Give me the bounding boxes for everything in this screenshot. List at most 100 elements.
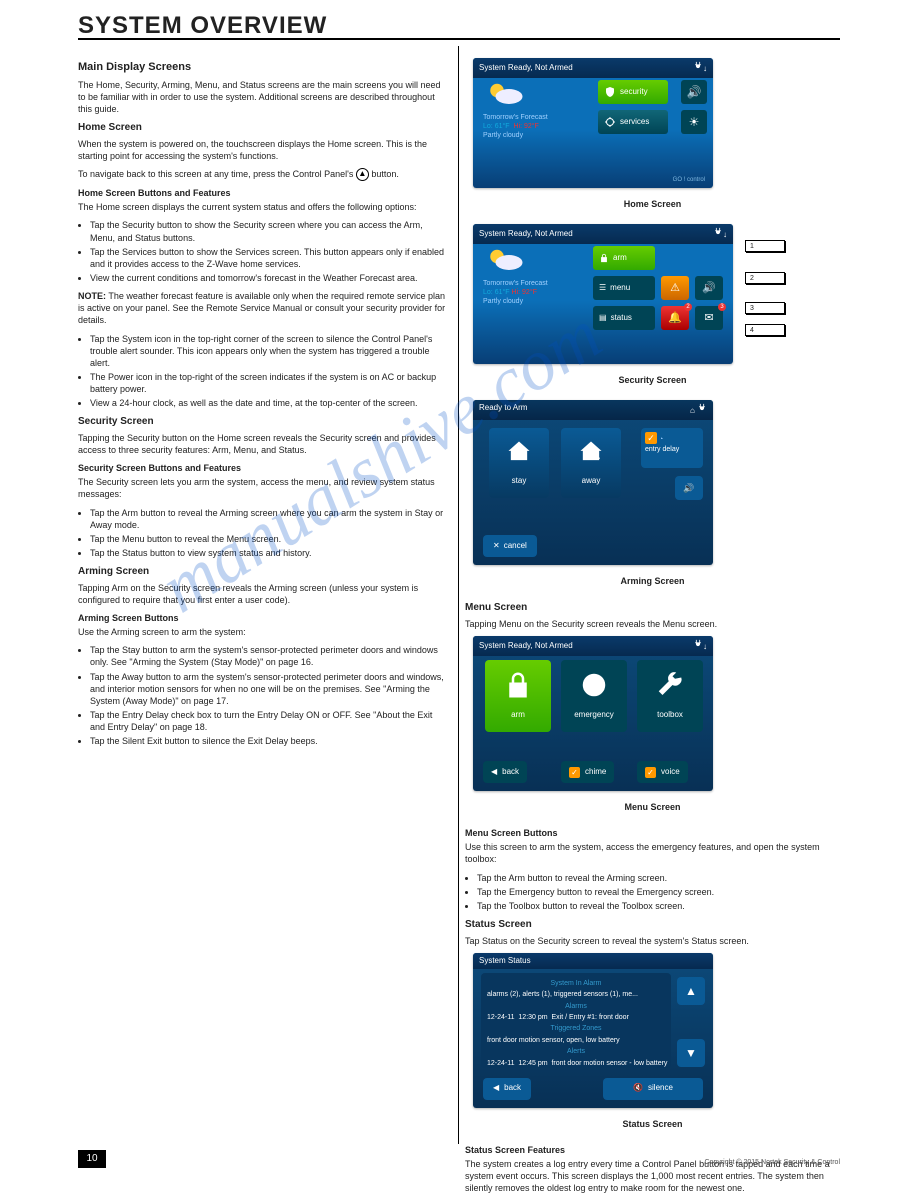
para: Tapping Menu on the Security screen reve… (465, 618, 840, 630)
status-text: System Ready, Not Armed (479, 229, 573, 240)
status-panel: System In Alarm alarms (2), alerts (1), … (481, 973, 671, 1068)
screenshot-security-wrap: System Ready, Not Armed ↓ Tomorrow's For… (473, 224, 793, 364)
back-button[interactable]: ◀back (483, 1078, 531, 1100)
title: Ready to Arm (479, 403, 527, 417)
mail-icon: ✉ (704, 311, 713, 326)
caption-status: Status Screen (465, 1118, 840, 1130)
callout: 1 (745, 240, 785, 252)
speaker-button[interactable]: 🔊 (681, 80, 707, 104)
callout: 4 (745, 324, 785, 336)
page-number: 10 (78, 1150, 106, 1168)
callout: 3 (745, 302, 785, 314)
entry-delay-toggle[interactable]: ✓ ◔ entry delay (641, 428, 703, 468)
list-item: Tap the Silent Exit button to silence th… (90, 735, 448, 747)
screenshot-arming: Ready to Arm ⌂ stay away ✓ ◔ entry delay… (473, 400, 713, 565)
weather-cond: Partly cloudy (483, 131, 593, 140)
check-icon: ✓ (645, 767, 656, 778)
cancel-button[interactable]: ✕ cancel (483, 535, 537, 557)
list-item: Tap the Status button to view system sta… (90, 547, 448, 559)
plug-icon: ↓ (713, 227, 727, 241)
sun-cloud-icon (483, 246, 529, 276)
list-item: Tap the Security button to show the Secu… (90, 219, 448, 243)
heading-status-features: Status Screen Features (465, 1144, 840, 1156)
heading-main-screens: Main Display Screens (78, 60, 448, 75)
home-person-icon (505, 438, 533, 466)
copyright: Copyright © 2015 Nortek Security & Contr… (705, 1159, 841, 1166)
status-text: System Ready, Not Armed (479, 641, 573, 652)
status-button[interactable]: ▤ status (593, 306, 655, 330)
caption-home: Home Screen (465, 198, 840, 210)
list-item: View the current conditions and tomorrow… (90, 272, 448, 284)
heading-menu-buttons: Menu Screen Buttons (465, 827, 840, 839)
para: The Home, Security, Arming, Menu, and St… (78, 79, 448, 115)
list-item: Tap the Entry Delay check box to turn th… (90, 709, 448, 733)
forecast-label: Tomorrow's Forecast (483, 113, 593, 122)
para: The Security screen lets you arm the sys… (78, 476, 448, 500)
page-title: SYSTEM OVERVIEW (78, 12, 327, 40)
para: When the system is powered on, the touch… (78, 138, 448, 162)
screenshot-security: System Ready, Not Armed ↓ Tomorrow's For… (473, 224, 733, 364)
note: NOTE: The weather forecast feature is av… (78, 290, 448, 326)
message-button[interactable]: ✉3 (695, 306, 723, 330)
alarm-button[interactable]: 🔔2 (661, 306, 689, 330)
wrench-icon (655, 670, 685, 700)
para: To navigate back to this screen at any t… (78, 168, 448, 181)
title: System Status (479, 956, 531, 967)
list-item: Tap the Toolbox button to reveal the Too… (477, 900, 840, 912)
list-item: Tap the Services button to show the Serv… (90, 246, 448, 270)
plug-icon: ↓ (693, 61, 707, 75)
emergency-button[interactable]: emergency (561, 660, 627, 732)
para: Tap Status on the Security screen to rev… (465, 935, 840, 947)
security-button[interactable]: security (598, 80, 668, 104)
chime-toggle[interactable]: ✓chime (561, 761, 614, 783)
back-button[interactable]: ◀back (483, 761, 527, 783)
stay-button[interactable]: stay (489, 428, 549, 498)
arm-button[interactable]: arm (485, 660, 551, 732)
bell-icon: 🔔 (668, 311, 682, 326)
back-icon: ◀ (493, 1083, 499, 1094)
speaker-button[interactable]: 🔊 (695, 276, 723, 300)
lock-icon (599, 253, 609, 263)
silent-exit-button[interactable]: 🔊 (675, 476, 703, 500)
list-item: Tap the Menu button to reveal the Menu s… (90, 533, 448, 545)
left-column: Main Display Screens The Home, Security,… (78, 52, 448, 753)
menu-button[interactable]: ☰ menu (593, 276, 655, 300)
shield-icon (604, 86, 616, 98)
heading-status: Status Screen (465, 918, 840, 932)
list-icon: ▤ (599, 313, 607, 324)
list-item: View a 24-hour clock, as well as the dat… (90, 397, 448, 409)
callout: 2 (745, 272, 785, 284)
voice-toggle[interactable]: ✓voice (637, 761, 688, 783)
caption-menu: Menu Screen (465, 801, 840, 813)
caption-security: Security Screen (465, 374, 840, 386)
list-item: The Power icon in the top-right of the s… (90, 371, 448, 395)
screenshot-home: System Ready, Not Armed ↓ Tomorrow's For… (473, 58, 713, 188)
list-item: Tap the Arm button to reveal the Arming … (90, 507, 448, 531)
clock-icon: ◔ (659, 436, 663, 443)
screenshot-menu: System Ready, Not Armed ↓ arm emergency … (473, 636, 713, 791)
right-column: System Ready, Not Armed ↓ Tomorrow's For… (465, 52, 840, 1200)
heading-arming: Arming Screen (78, 565, 448, 579)
brightness-button[interactable]: ☀ (681, 110, 707, 134)
arm-button[interactable]: arm (593, 246, 655, 270)
toolbox-button[interactable]: toolbox (637, 660, 703, 732)
divider (78, 38, 840, 40)
para: Tapping the Security button on the Home … (78, 432, 448, 456)
screenshot-status: System Status System In Alarm alarms (2)… (473, 953, 713, 1108)
check-icon: ✓ (569, 767, 580, 778)
emergency-icon (579, 670, 609, 700)
status-text: System Ready, Not Armed (479, 63, 573, 74)
away-button[interactable]: away (561, 428, 621, 498)
silence-button[interactable]: 🔇silence (603, 1078, 703, 1100)
heading-menu: Menu Screen (465, 601, 840, 615)
plug-icon: ↓ (693, 639, 707, 653)
services-button[interactable]: services (598, 110, 668, 134)
brand-logo: GO ! control (673, 176, 705, 184)
heading-home-buttons: Home Screen Buttons and Features (78, 187, 448, 199)
scroll-up-button[interactable]: ▲ (677, 977, 705, 1005)
alert-button[interactable]: ⚠ (661, 276, 689, 300)
lock-icon (503, 670, 533, 700)
home-icon (356, 168, 369, 181)
scroll-down-button[interactable]: ▼ (677, 1039, 705, 1067)
para: Use this screen to arm the system, acces… (465, 841, 840, 865)
